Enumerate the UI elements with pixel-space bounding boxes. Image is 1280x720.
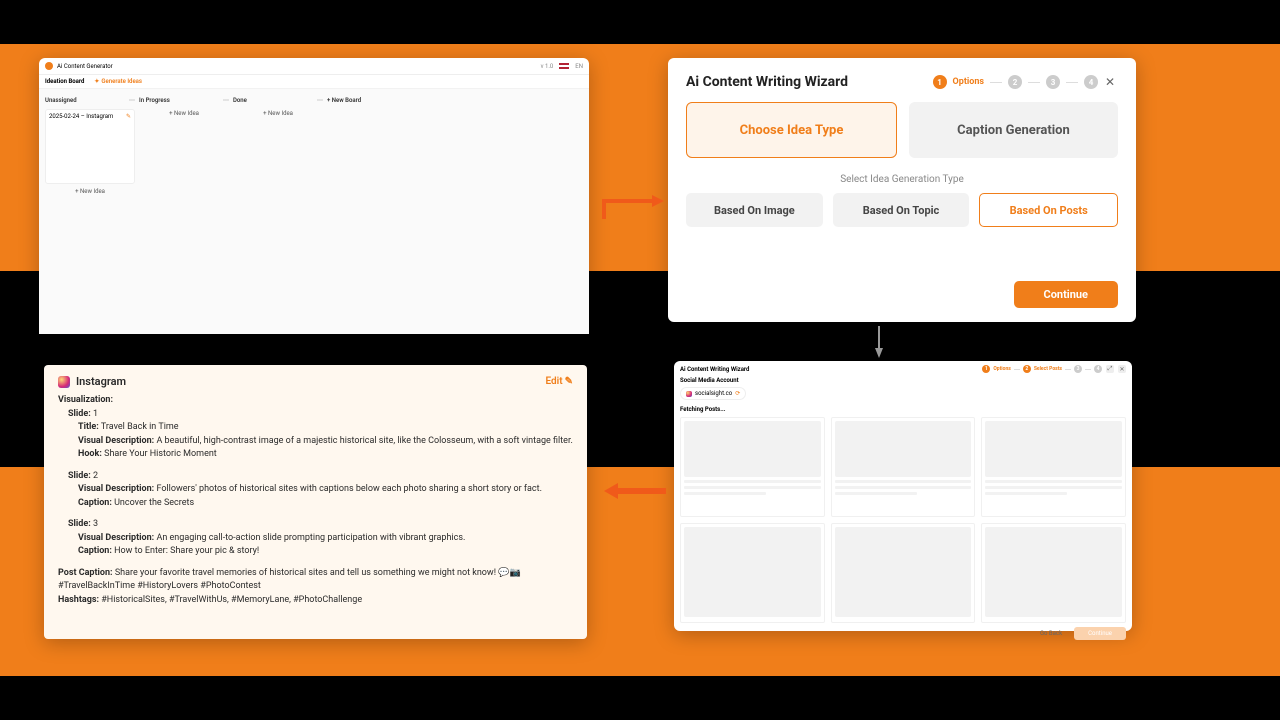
wizard-title: Ai Content Writing Wizard xyxy=(680,366,749,373)
step-3-dot: 3 xyxy=(1074,365,1082,373)
instagram-icon xyxy=(686,391,692,397)
post-skeleton xyxy=(831,523,976,623)
tab-caption-generation[interactable]: Caption Generation xyxy=(909,102,1118,158)
col-title-inprogress: In Progress xyxy=(139,97,170,104)
card-title: 2025-02-24 – Instagram xyxy=(49,113,113,120)
hashtags: #HistoricalSites, #TravelWithUs, #Memory… xyxy=(101,595,362,605)
column-in-progress: In Progress ⋯ + New Idea xyxy=(139,95,229,328)
flow-arrow-1 xyxy=(602,193,666,221)
col-title-done: Done xyxy=(233,97,247,104)
select-type-label: Select Idea Generation Type xyxy=(686,174,1118,185)
app-logo-icon xyxy=(45,62,53,70)
slide-3-vd: An engaging call-to-action slide prompti… xyxy=(156,533,465,543)
refresh-icon[interactable]: ⟳ xyxy=(735,390,740,397)
fetching-label: Fetching Posts... xyxy=(680,406,1126,413)
close-icon[interactable]: ✕ xyxy=(1118,365,1126,373)
instagram-icon xyxy=(58,376,70,388)
slide-2-vd: Followers' photos of historical sites wi… xyxy=(156,484,542,494)
step-1-label: Options xyxy=(993,366,1010,372)
instagram-content-panel: Instagram Edit ✎ Visualization: Slide: 1… xyxy=(44,365,587,639)
flow-arrow-3 xyxy=(604,480,668,502)
col-title-unassigned: Unassigned xyxy=(45,97,77,104)
go-back-button[interactable]: Go Back xyxy=(1034,627,1068,640)
app-title: Ai Content Generator xyxy=(57,63,113,70)
step-1-dot: 1 xyxy=(933,75,947,89)
flag-icon xyxy=(559,63,569,69)
post-caption: Share your favorite travel memories of h… xyxy=(58,568,521,592)
option-based-on-posts[interactable]: Based On Posts xyxy=(979,193,1118,227)
slide-2-num: 2 xyxy=(93,471,98,481)
new-idea-button[interactable]: + New Idea xyxy=(139,106,229,121)
edit-button[interactable]: Edit ✎ xyxy=(545,376,573,387)
expand-icon[interactable]: ⤢ xyxy=(1106,365,1114,373)
new-idea-button[interactable]: + New Idea xyxy=(45,184,135,199)
pencil-icon[interactable]: ✎ xyxy=(126,113,131,120)
generate-ideas-button[interactable]: ✦ Generate Ideas xyxy=(94,78,142,85)
sma-label: Social Media Account xyxy=(680,377,1126,384)
step-4-dot: 4 xyxy=(1094,365,1102,373)
step-4-dot: 4 xyxy=(1084,75,1098,89)
post-skeleton xyxy=(831,417,976,517)
step-2-dot: 2 xyxy=(1023,365,1031,373)
tab-choose-idea-type[interactable]: Choose Idea Type xyxy=(686,102,897,158)
step-2-label: Select Posts xyxy=(1034,366,1062,372)
slide-3-num: 3 xyxy=(93,519,98,529)
step-3-dot: 3 xyxy=(1046,75,1060,89)
post-skeleton xyxy=(981,417,1126,517)
slide-1-hook: Share Your Historic Moment xyxy=(104,449,217,459)
platform-label: Instagram xyxy=(76,375,126,388)
col-menu-icon[interactable]: ⋯ xyxy=(317,97,323,104)
step-1-label: Options xyxy=(953,77,984,87)
wizard-select-posts-panel: Ai Content Writing Wizard 1Options 2Sele… xyxy=(674,361,1132,631)
slide-1-num: 1 xyxy=(93,409,98,419)
wizard-title: Ai Content Writing Wizard xyxy=(686,74,848,90)
col-menu-icon[interactable]: ⋯ xyxy=(223,97,229,104)
app-version: v 1.0 xyxy=(541,63,554,70)
col-menu-icon[interactable]: ⋯ xyxy=(129,97,135,104)
slide-3-caption: How to Enter: Share your pic & story! xyxy=(114,546,259,556)
board-title: Ideation Board xyxy=(45,78,84,85)
ideation-board-panel: Ai Content Generator v 1.0 EN Ideation B… xyxy=(39,58,589,329)
wizard-steps: 1Options 2Select Posts 3 4 xyxy=(982,365,1102,373)
post-skeleton xyxy=(981,523,1126,623)
new-board-button[interactable]: + New Board xyxy=(327,97,361,104)
continue-button[interactable]: Continue xyxy=(1014,281,1118,308)
sparkle-icon: ✦ xyxy=(94,78,99,85)
column-unassigned: Unassigned ⋯ 2025-02-24 – Instagram ✎ + N… xyxy=(45,95,135,328)
slide-2-caption: Uncover the Secrets xyxy=(114,498,194,508)
step-2-dot: 2 xyxy=(1008,75,1022,89)
post-skeleton xyxy=(680,523,825,623)
new-idea-button[interactable]: + New Idea xyxy=(233,106,323,121)
continue-button-disabled: Continue xyxy=(1074,627,1126,640)
slide-1-vd: A beautiful, high-contrast image of a ma… xyxy=(156,436,572,446)
column-done: Done ⋯ + New Idea xyxy=(233,95,323,328)
app-lang[interactable]: EN xyxy=(575,63,583,70)
post-skeleton xyxy=(680,417,825,517)
slide-1-title: Travel Back in Time xyxy=(101,422,179,432)
option-based-on-topic[interactable]: Based On Topic xyxy=(833,193,970,227)
wizard-options-panel: Ai Content Writing Wizard 1 Options 2 3 … xyxy=(668,58,1136,322)
pencil-icon: ✎ xyxy=(565,376,573,387)
step-1-dot: 1 xyxy=(982,365,990,373)
flow-arrow-2 xyxy=(874,326,884,358)
account-chip[interactable]: socialsight.co ⟳ xyxy=(680,387,746,400)
wizard-steps: 1 Options 2 3 4 xyxy=(933,75,1098,89)
account-name: socialsight.co xyxy=(695,390,732,397)
option-based-on-image[interactable]: Based On Image xyxy=(686,193,823,227)
posts-grid xyxy=(680,417,1126,623)
visualization-label: Visualization: xyxy=(58,395,113,405)
close-icon[interactable]: ✕ xyxy=(1102,74,1118,90)
idea-card[interactable]: 2025-02-24 – Instagram ✎ xyxy=(45,109,135,184)
